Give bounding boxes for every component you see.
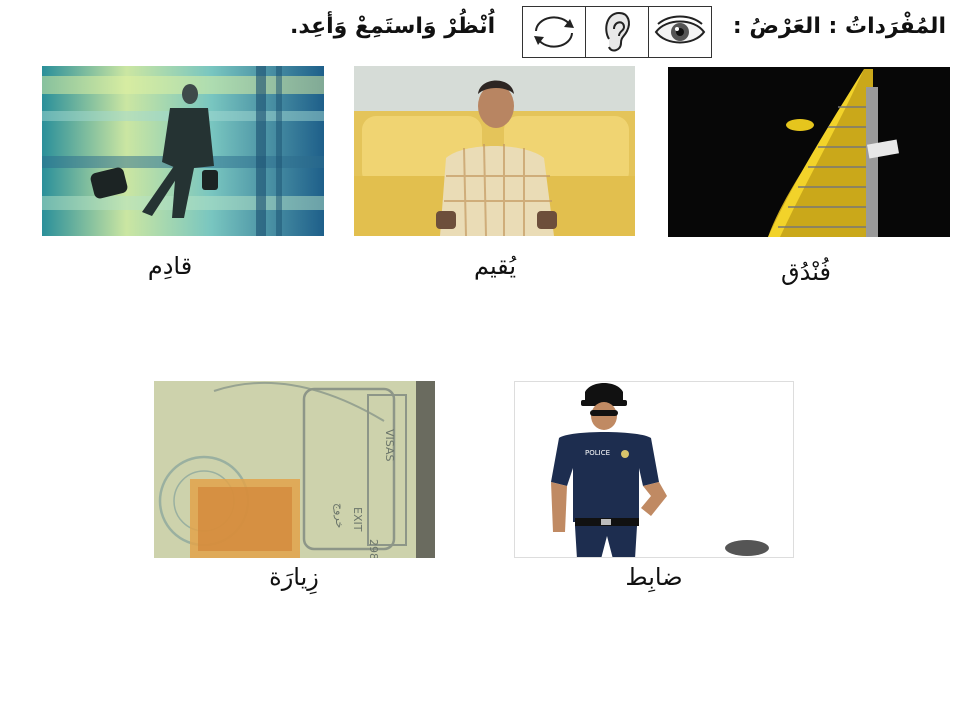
visas-stamp-text: VISAS xyxy=(383,429,396,461)
exit-stamp-text: EXIT xyxy=(351,507,364,532)
exit-arabic-stamp-text: خروج xyxy=(333,503,346,528)
seated-man-photo xyxy=(354,66,635,236)
eye-icon xyxy=(648,7,711,57)
number-stamp-text: 298 xyxy=(367,539,380,558)
passport-stamps-photo: VISAS EXIT خروج 298 xyxy=(154,381,435,558)
hotel-tower-photo xyxy=(668,67,950,237)
cycle-arrows-icon xyxy=(523,7,585,57)
page-title: المُفْرَداتُ : العَرْضُ : xyxy=(732,14,946,39)
caption-resides: يُقيم xyxy=(473,252,517,280)
icon-strip xyxy=(522,6,712,58)
traveler-photo xyxy=(42,66,324,236)
instruction-text: اُنْظُرْ وَاستَمِعْ وَأعِد. xyxy=(290,14,496,39)
ear-icon xyxy=(585,7,648,57)
police-patch-text: POLICE xyxy=(585,449,610,457)
caption-hotel: فُنْدُق xyxy=(781,258,831,286)
caption-arriving: قادِم xyxy=(147,252,193,280)
police-officer-photo: POLICE xyxy=(514,381,794,558)
caption-officer: ضابِط xyxy=(625,563,683,591)
caption-visit: زِيارَة xyxy=(269,563,319,591)
